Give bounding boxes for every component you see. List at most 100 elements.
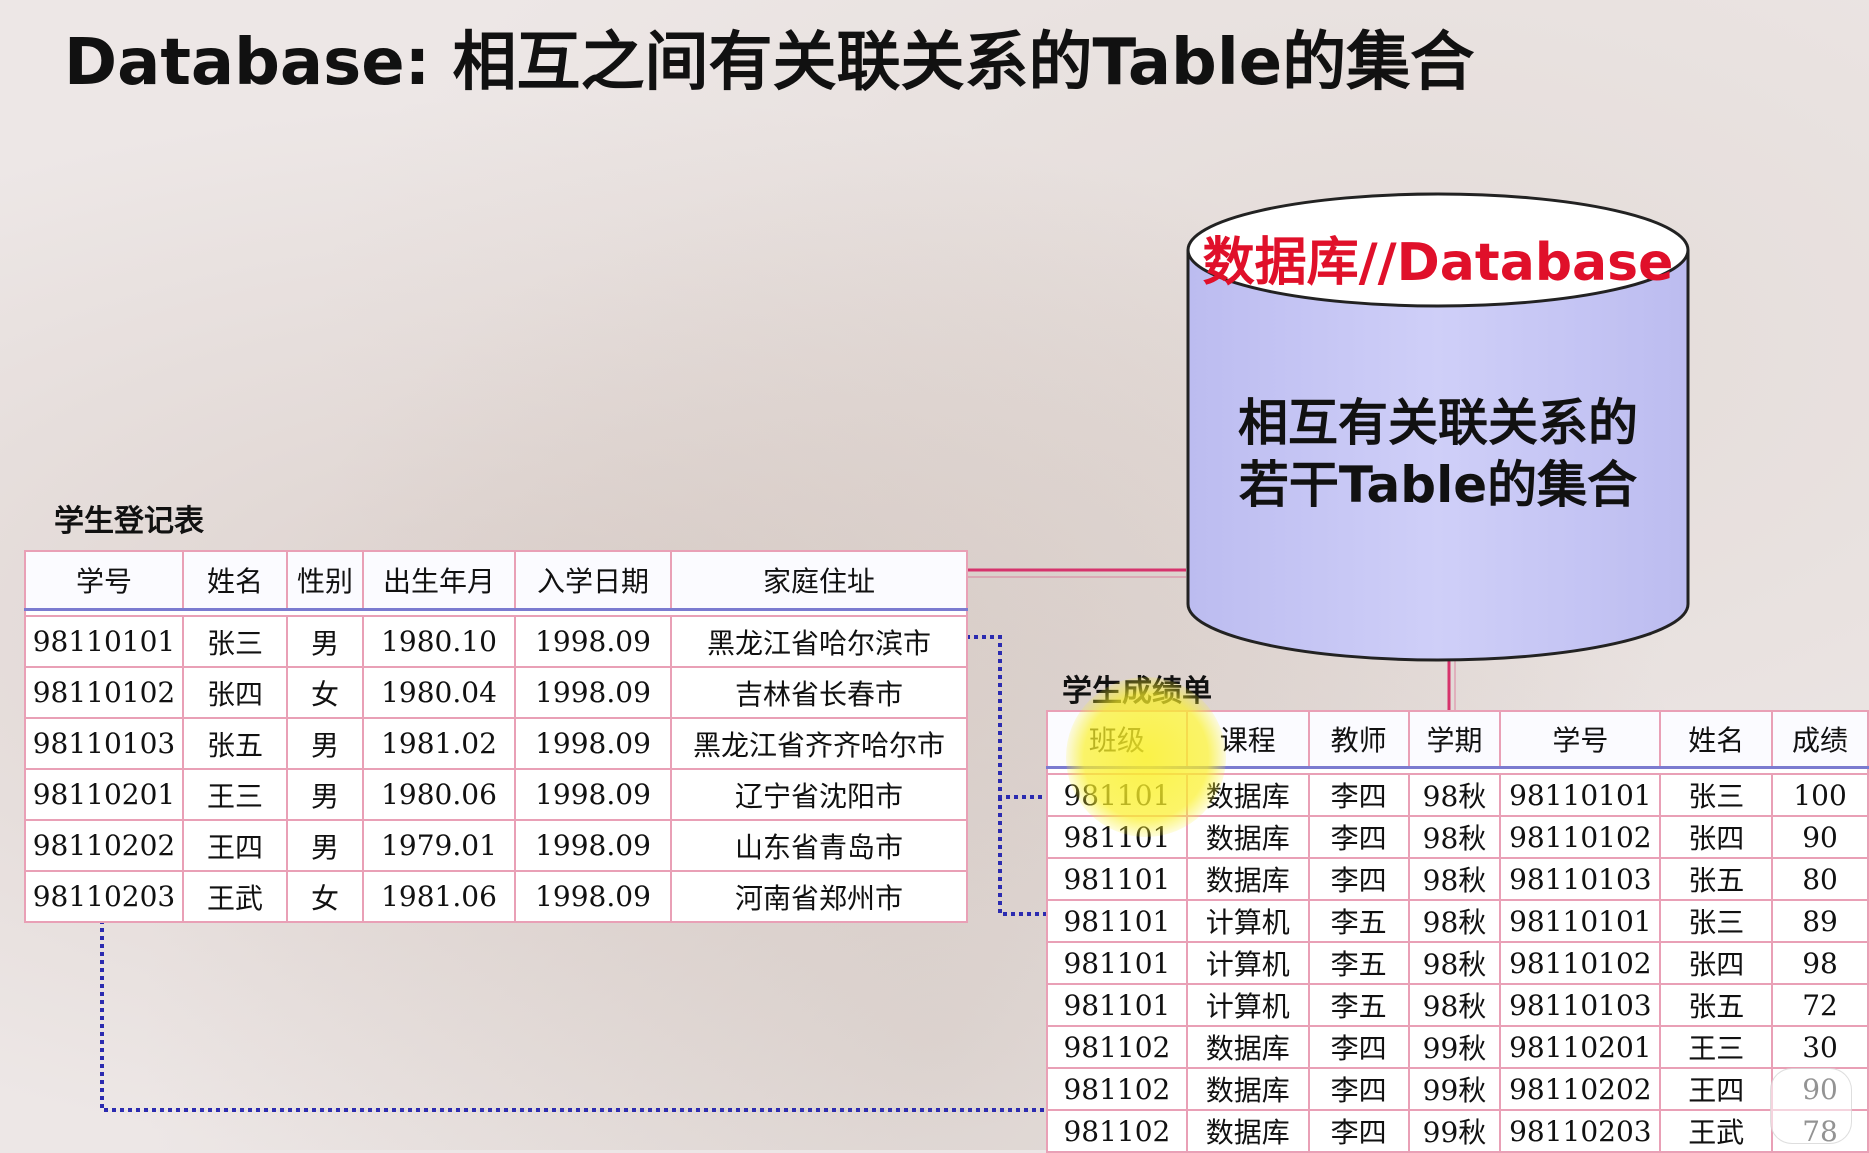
cell: 张三 [1659,899,1774,943]
cell: 98秋 [1407,941,1502,985]
cell: 辽宁省沈阳市 [670,768,968,821]
cell: 王四 [182,819,288,872]
cell: 男 [286,717,364,770]
student-register-caption: 学生登记表 [54,504,204,539]
cursor-highlight [1066,677,1226,837]
cell: 1998.09 [514,615,672,668]
cell: 98秋 [1407,899,1502,943]
cell: 98秋 [1407,773,1502,817]
table-row: 981101 数据库 李四 98秋 98110103 张五 80 [1046,857,1869,901]
cell: 981101 [1046,941,1188,985]
cell: 1998.09 [514,717,672,770]
col-header-teacher: 教师 [1307,710,1410,769]
col-header-enroll: 入学日期 [514,550,672,611]
cell: 女 [286,666,364,719]
cell: 98110103 [1499,983,1662,1027]
table-row: 98110201 王三 男 1980.06 1998.09 辽宁省沈阳市 [24,768,968,821]
col-header-gender: 性别 [286,550,364,611]
table-row: 98110203 王武 女 1981.06 1998.09 河南省郑州市 [24,870,968,923]
cell: 98110202 [1499,1067,1662,1111]
player-control-button[interactable] [1770,1068,1852,1144]
cell: 吉林省长春市 [670,666,968,719]
cell: 王武 [182,870,288,923]
table-row: 98110103 张五 男 1981.02 1998.09 黑龙江省齐齐哈尔市 [24,717,968,770]
cell: 98110203 [24,870,184,923]
table-row: 98110101 张三 男 1980.10 1998.09 黑龙江省哈尔滨市 [24,615,968,668]
cell: 王四 [1659,1067,1774,1111]
cell: 河南省郑州市 [670,870,968,923]
cell: 男 [286,615,364,668]
cell: 计算机 [1185,983,1310,1027]
cell: 女 [286,870,364,923]
cell: 数据库 [1185,1109,1310,1153]
table-row: 98110102 张四 女 1980.04 1998.09 吉林省长春市 [24,666,968,719]
cell: 数据库 [1185,857,1310,901]
cell: 80 [1771,857,1869,901]
cell: 张三 [1659,773,1774,817]
cell: 1981.02 [362,717,516,770]
cell: 男 [286,819,364,872]
cell: 李五 [1307,983,1410,1027]
cell: 99秋 [1407,1109,1502,1153]
cell: 981101 [1046,857,1188,901]
cell: 98110103 [1499,857,1662,901]
cell: 1998.09 [514,768,672,821]
col-header-birth: 出生年月 [362,550,516,611]
cell: 98秋 [1407,815,1502,859]
cell: 1980.06 [362,768,516,821]
database-description: 相互有关联关系的 若干Table的集合 [1186,392,1690,516]
cell: 98110202 [24,819,184,872]
cell: 李四 [1307,773,1410,817]
cell: 98110101 [1499,899,1662,943]
cell: 1979.01 [362,819,516,872]
database-description-line1: 相互有关联关系的 [1238,394,1638,452]
table-row: 981101 计算机 李五 98秋 98110102 张四 98 [1046,941,1869,985]
cell: 数据库 [1185,1067,1310,1111]
database-label: 数据库//Database [1202,233,1674,293]
cell: 张三 [182,615,288,668]
cell: 山东省青岛市 [670,819,968,872]
cell: 98110103 [24,717,184,770]
cell: 98110102 [1499,815,1662,859]
table-row: 981102 数据库 李四 99秋 98110201 王三 30 [1046,1025,1869,1069]
cell: 张五 [1659,857,1774,901]
col-header-student-id: 学号 [1499,710,1662,769]
cell: 1998.09 [514,666,672,719]
cell: 98秋 [1407,983,1502,1027]
cell: 98 [1771,941,1869,985]
cell: 98110101 [1499,773,1662,817]
cell: 98110201 [24,768,184,821]
cell: 计算机 [1185,941,1310,985]
database-description-line2: 若干Table的集合 [1238,456,1638,514]
cell: 1998.09 [514,819,672,872]
cell: 李四 [1307,1025,1410,1069]
table-row: 98110202 王四 男 1979.01 1998.09 山东省青岛市 [24,819,968,872]
cell: 计算机 [1185,899,1310,943]
cell: 98110102 [1499,941,1662,985]
cell: 1980.04 [362,666,516,719]
cell: 1998.09 [514,870,672,923]
cell: 98秋 [1407,857,1502,901]
cell: 981101 [1046,899,1188,943]
table-row: 981102 数据库 李四 99秋 98110202 王四 90 [1046,1067,1869,1111]
cell: 张四 [182,666,288,719]
link-zhangsan-dotted [966,635,1055,799]
cell: 张五 [182,717,288,770]
cell: 981102 [1046,1067,1188,1111]
student-register-table: 学号 姓名 性别 出生年月 入学日期 家庭住址 98110101 张三 男 19… [24,550,968,923]
col-header-name: 姓名 [182,550,288,611]
cell: 99秋 [1407,1067,1502,1111]
cell: 99秋 [1407,1025,1502,1069]
cell: 王武 [1659,1109,1774,1153]
cell: 72 [1771,983,1869,1027]
cell: 黑龙江省哈尔滨市 [670,615,968,668]
cell: 黑龙江省齐齐哈尔市 [670,717,968,770]
database-cylinder: 数据库//Database 相互有关联关系的 若干Table的集合 [1186,192,1690,662]
cell: 张五 [1659,983,1774,1027]
table-header-row: 学号 姓名 性别 出生年月 入学日期 家庭住址 [24,550,968,611]
cell: 89 [1771,899,1869,943]
cell: 王三 [182,768,288,821]
table-row: 981101 计算机 李五 98秋 98110101 张三 89 [1046,899,1869,943]
cell: 王三 [1659,1025,1774,1069]
cell: 张四 [1659,941,1774,985]
